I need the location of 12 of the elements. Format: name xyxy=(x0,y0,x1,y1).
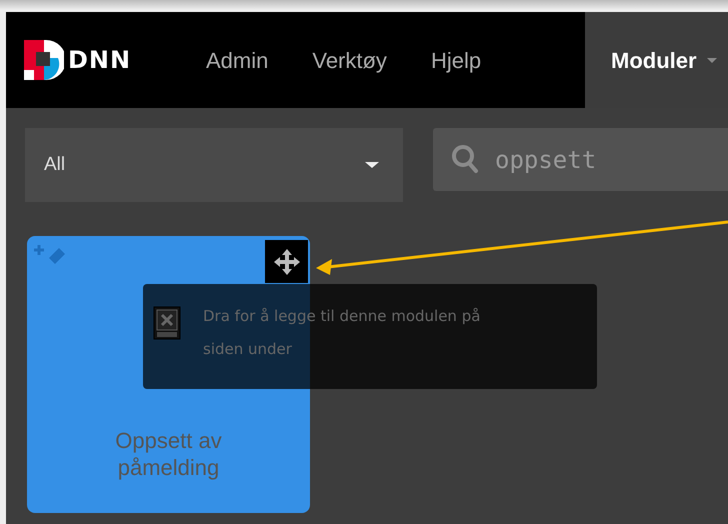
nav-menu-item[interactable]: Moduler xyxy=(585,12,728,108)
move-handle[interactable] xyxy=(265,240,308,283)
filter-dropdown[interactable]: All xyxy=(25,128,403,202)
nav-menu-item[interactable]: Hjelp xyxy=(408,12,504,108)
logo-icon xyxy=(24,40,64,80)
logo-text: DNN xyxy=(68,45,132,76)
tooltip-text: Dra for å legge til denne modulen på siden under xyxy=(203,306,482,360)
module-title: Oppsett av påmelding xyxy=(114,428,223,481)
image-placeholder-icon xyxy=(153,306,181,340)
nav-menu-item[interactable]: Verktøy xyxy=(290,12,409,108)
nav-menu-item[interactable]: Admin xyxy=(184,12,290,108)
add-module-icon xyxy=(33,244,67,264)
